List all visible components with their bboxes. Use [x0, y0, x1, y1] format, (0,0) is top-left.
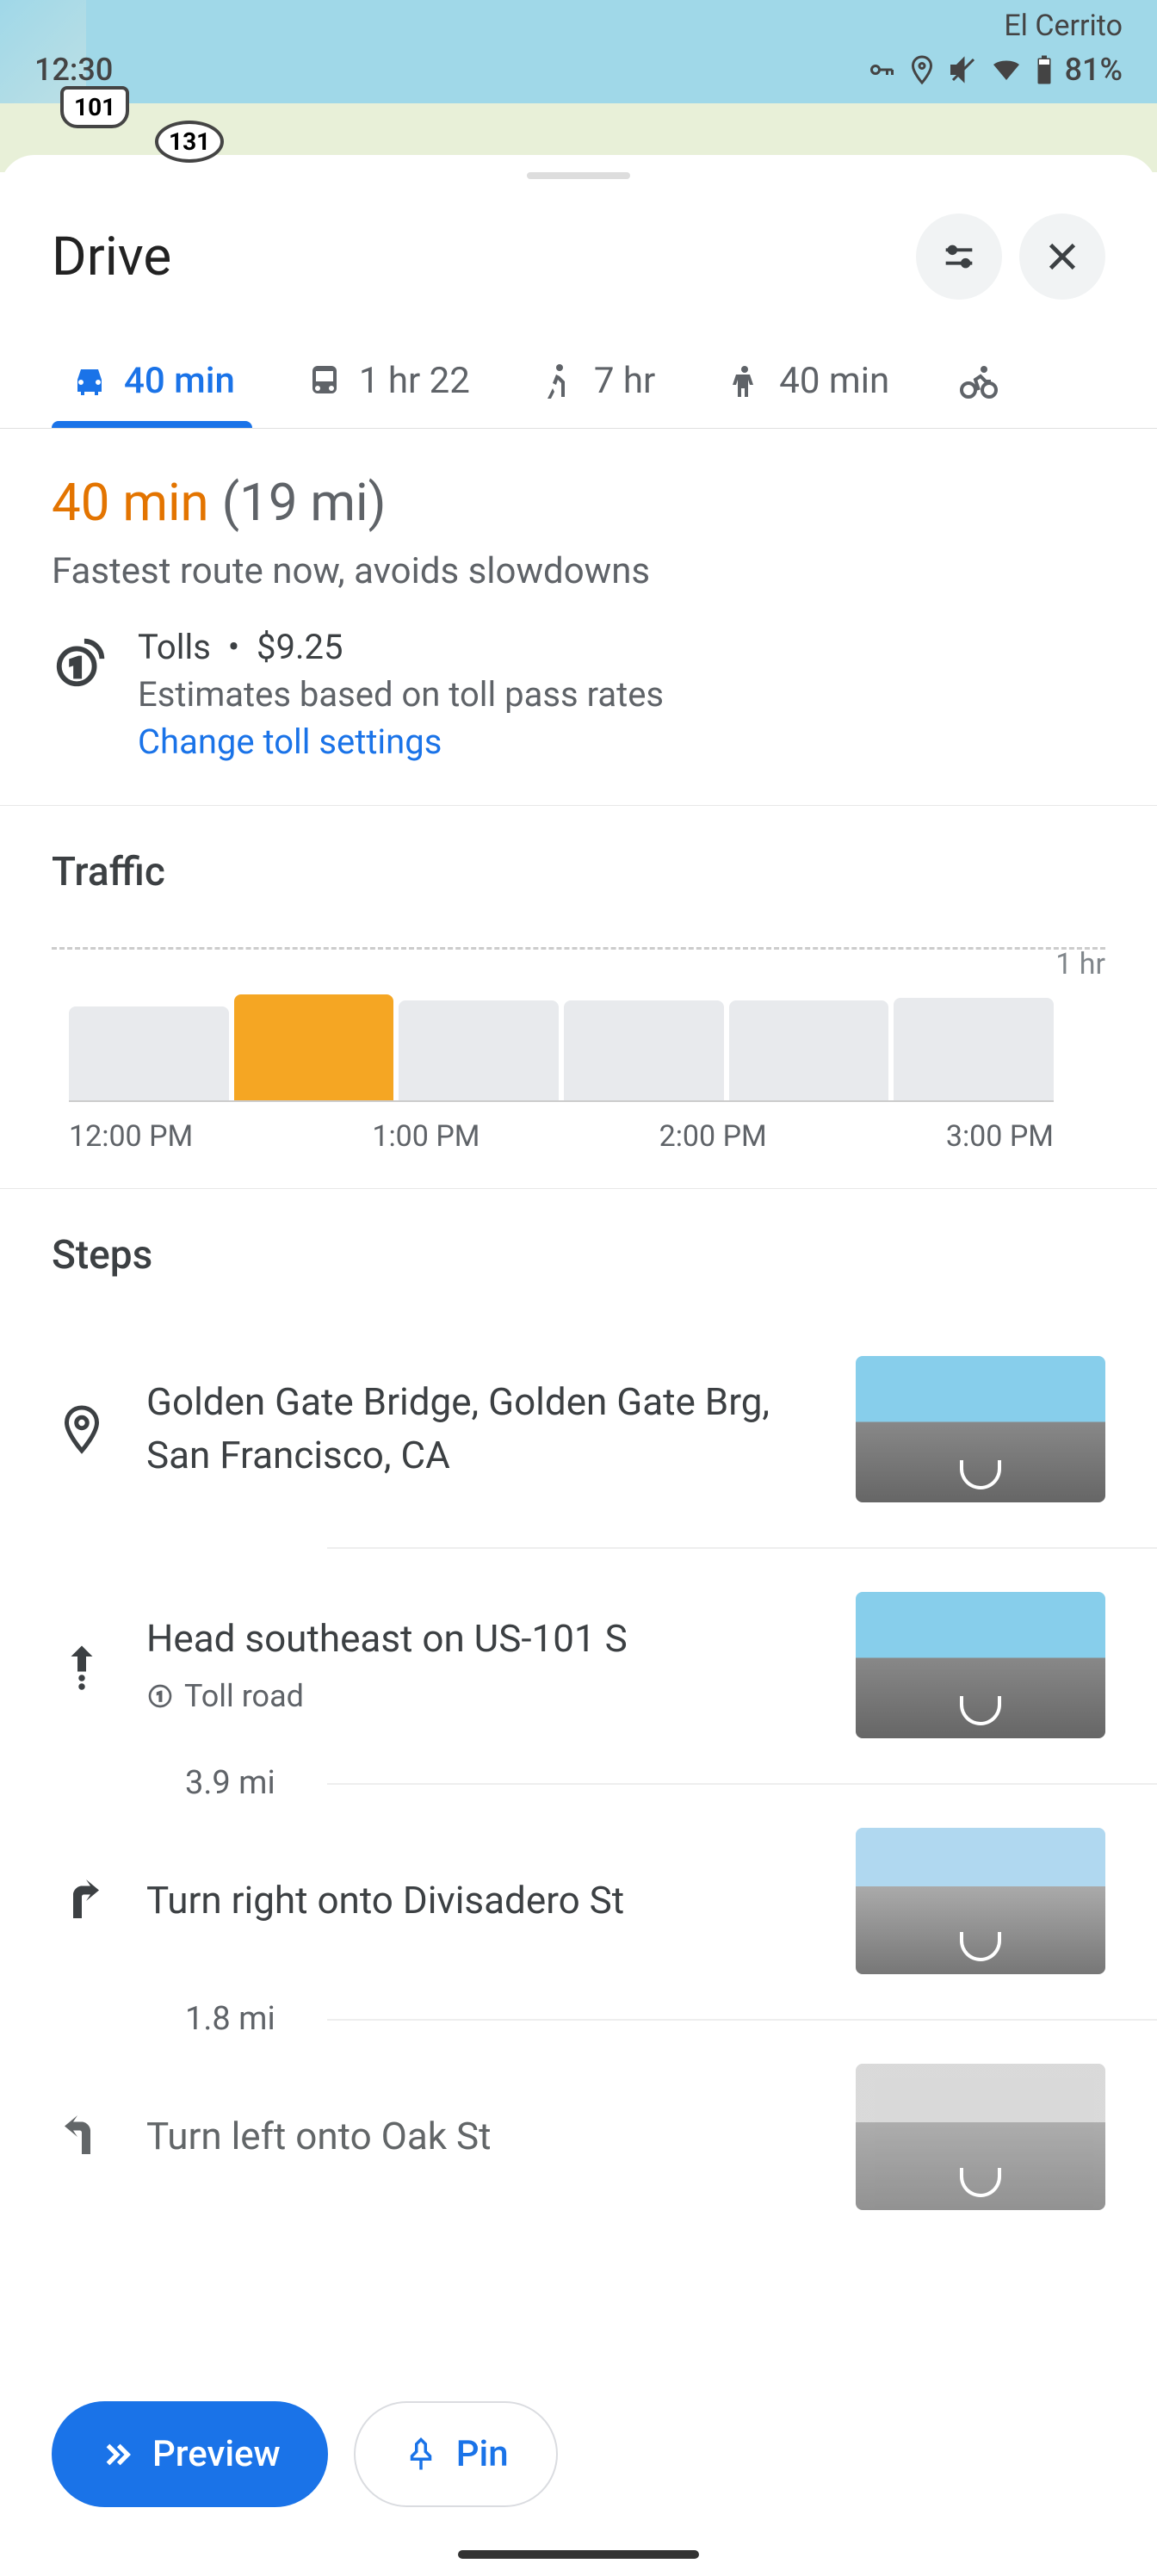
- traffic-bar: [564, 1000, 724, 1100]
- step-item[interactable]: Turn right onto Divisadero St: [0, 1802, 1157, 2000]
- status-time: 12:30: [34, 52, 113, 88]
- traffic-chart[interactable]: 1 hr 12:00 PM 1:00 PM 2:00 PM 3:00 PM: [52, 947, 1105, 1154]
- wifi-icon: [989, 54, 1024, 85]
- options-button[interactable]: [916, 214, 1002, 300]
- traffic-title: Traffic: [52, 849, 1105, 895]
- mode-tabs: 40 min 1 hr 22 7 hr 40 min: [0, 334, 1157, 429]
- close-button[interactable]: [1019, 214, 1105, 300]
- preview-label: Preview: [152, 2433, 281, 2475]
- traffic-bar: [399, 1000, 559, 1100]
- toll-settings-link[interactable]: Change toll settings: [138, 721, 664, 762]
- bike-icon: [958, 361, 999, 402]
- chart-ref-label: 1 hr: [1055, 947, 1105, 981]
- toll-icon: 1: [52, 631, 112, 691]
- tab-transit[interactable]: 1 hr 22: [269, 334, 504, 428]
- chevrons-icon: [99, 2437, 135, 2473]
- tolls-price: Tolls • $9.25: [138, 627, 664, 667]
- time-label: 12:00 PM: [69, 1119, 193, 1154]
- page-title: Drive: [52, 226, 899, 288]
- step-text: Head southeast on US-101 S: [146, 1613, 821, 1666]
- map-city-label: El Cerrito: [1004, 9, 1123, 43]
- drag-handle[interactable]: [527, 172, 630, 179]
- tab-bike[interactable]: [924, 334, 999, 428]
- route-distance: (19 mi): [222, 472, 387, 533]
- battery-icon: [1034, 54, 1055, 85]
- steps-section: Steps Golden Gate Bridge, Golden Gate Br…: [0, 1189, 1157, 2408]
- traffic-section: Traffic 1 hr 12:00 PM 1:00 PM 2:00 PM 3:…: [0, 806, 1157, 1189]
- steps-title: Steps: [0, 1232, 1157, 1279]
- pin-button[interactable]: Pin: [354, 2401, 558, 2507]
- battery-pct: 81%: [1065, 52, 1123, 88]
- tab-label: 40 min: [124, 360, 235, 402]
- pin-label: Pin: [456, 2433, 509, 2475]
- svg-text:1: 1: [70, 654, 84, 684]
- route-time: 40 min: [52, 472, 209, 533]
- location-icon: [906, 54, 937, 85]
- svg-text:1: 1: [157, 1688, 164, 1704]
- preview-button[interactable]: Preview: [52, 2401, 328, 2507]
- step-item[interactable]: Golden Gate Bridge, Golden Gate Brg, San…: [0, 1330, 1157, 1528]
- status-bar: 12:30 81%: [0, 52, 1157, 88]
- time-label: 3:00 PM: [946, 1119, 1054, 1154]
- street-view-thumb[interactable]: [856, 2064, 1105, 2210]
- street-view-thumb[interactable]: [856, 1828, 1105, 1974]
- walk-icon: [539, 361, 580, 402]
- step-subtext: 1 Toll road: [146, 1675, 821, 1718]
- pin-icon: [52, 1399, 112, 1459]
- route-shield-131: 131: [155, 121, 224, 163]
- step-text: Turn right onto Divisadero St: [146, 1874, 821, 1928]
- step-distance: 1.8 mi: [0, 2000, 1157, 2038]
- nav-bar[interactable]: [458, 2550, 699, 2559]
- tab-label: 40 min: [779, 360, 889, 402]
- mute-icon: [948, 54, 979, 85]
- street-view-thumb[interactable]: [856, 1592, 1105, 1738]
- time-label: 2:00 PM: [659, 1119, 767, 1154]
- step-text: Golden Gate Bridge, Golden Gate Brg, San…: [146, 1376, 821, 1482]
- tab-label: 1 hr 22: [359, 360, 470, 402]
- tab-rideshare[interactable]: 40 min: [690, 334, 924, 428]
- step-text: Turn left onto Oak St: [146, 2110, 821, 2164]
- tolls-note: Estimates based on toll pass rates: [138, 674, 664, 715]
- straight-icon: [52, 1635, 112, 1695]
- street-view-thumb[interactable]: [856, 1356, 1105, 1502]
- car-icon: [69, 361, 110, 402]
- traffic-bar: [729, 1000, 889, 1100]
- route-summary: 40 min (19 mi) Fastest route now, avoids…: [0, 429, 1157, 806]
- route-description: Fastest route now, avoids slowdowns: [52, 550, 1105, 592]
- traffic-bar: [69, 1006, 229, 1100]
- pin-icon: [403, 2437, 439, 2473]
- tab-walk[interactable]: 7 hr: [504, 334, 690, 428]
- turn-left-icon: [52, 2107, 112, 2167]
- rideshare-icon: [724, 361, 765, 402]
- step-item[interactable]: Turn left onto Oak St: [0, 2038, 1157, 2236]
- route-shield-101: 101: [60, 86, 129, 128]
- traffic-bar: [894, 998, 1054, 1100]
- step-item[interactable]: Head southeast on US-101 S 1 Toll road: [0, 1566, 1157, 1764]
- traffic-bar-active: [234, 994, 394, 1100]
- tab-label: 7 hr: [594, 360, 655, 402]
- turn-right-icon: [52, 1871, 112, 1931]
- vpn-icon: [865, 54, 896, 85]
- train-icon: [304, 361, 345, 402]
- time-label: 1:00 PM: [372, 1119, 480, 1154]
- step-divider: [0, 1528, 1157, 1566]
- tab-drive[interactable]: 40 min: [34, 334, 269, 428]
- bottom-sheet: Drive 40 min 1 hr 22 7 hr 40 min: [0, 155, 1157, 2576]
- step-distance: 3.9 mi: [0, 1764, 1157, 1802]
